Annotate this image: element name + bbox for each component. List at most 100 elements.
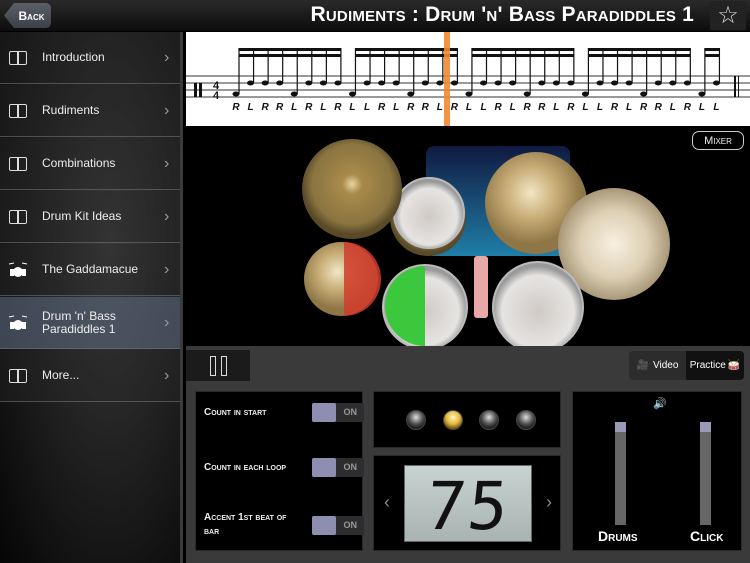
- chevron-right-icon: ›: [164, 154, 170, 172]
- playback-bar: 🎥 Video Practice 🥁: [186, 346, 750, 381]
- beam: [471, 54, 574, 57]
- sticking-label: L: [553, 102, 559, 113]
- sticking-label: L: [699, 102, 705, 113]
- back-button[interactable]: Back: [4, 3, 51, 28]
- book-icon: [6, 208, 30, 226]
- floor-tom[interactable]: [492, 261, 584, 353]
- sidebar: Introduction › Rudiments › Combinations › Drum…: [0, 32, 183, 563]
- sidebar-item[interactable]: More... ›: [0, 350, 180, 402]
- video-camera-icon: 🎥: [636, 360, 650, 371]
- percussion-clef: [194, 83, 197, 97]
- volume-mixer-box: 🔊 Drums Click: [572, 391, 742, 551]
- slider-handle[interactable]: [615, 422, 626, 432]
- beam: [471, 48, 574, 51]
- book-icon: [6, 367, 30, 385]
- sidebar-scrollbar[interactable]: [180, 32, 183, 563]
- bass-pedal[interactable]: [474, 256, 488, 318]
- chevron-right-icon: ›: [164, 101, 170, 119]
- accent-first-beat-toggle[interactable]: ON: [312, 515, 364, 535]
- sticking-label: L: [510, 102, 516, 113]
- beam: [239, 54, 341, 57]
- sidebar-item-label: More...: [42, 368, 80, 382]
- sidebar-item-label: Combinations: [42, 156, 116, 170]
- star-icon: ☆: [717, 2, 739, 29]
- drums-label: Drums: [598, 528, 638, 544]
- beam: [355, 54, 458, 57]
- sticking-label: R: [407, 102, 415, 113]
- sticking-label: R: [494, 102, 502, 113]
- sidebar-item[interactable]: Drum 'n' Bass Paradiddles 1 ›: [0, 297, 180, 349]
- sidebar-item[interactable]: The Gaddamacue ›: [0, 244, 180, 296]
- option-accent-first-beat: Accent 1st beat of bar ON: [204, 511, 364, 539]
- beat-led: [516, 410, 536, 430]
- sticking-label: L: [597, 102, 603, 113]
- crash-cymbal[interactable]: [302, 139, 402, 239]
- end-barline: [734, 76, 736, 97]
- sidebar-item[interactable]: Introduction ›: [0, 32, 180, 84]
- sticking-label: R: [232, 102, 240, 113]
- sticking-label: R: [262, 102, 270, 113]
- sticking-label: R: [538, 102, 546, 113]
- beat-led: [406, 410, 426, 430]
- drum-kit-icon: [6, 314, 30, 332]
- beam: [355, 48, 458, 51]
- sticking-label: L: [582, 102, 588, 113]
- beat-led-active: [443, 410, 463, 430]
- sticking-label: R: [640, 102, 648, 113]
- sidebar-item[interactable]: Drum Kit Ideas ›: [0, 191, 180, 243]
- sidebar-item-label: Rudiments: [42, 103, 100, 117]
- top-bar: Back Rudiments : Drum 'n' Bass Paradiddl…: [0, 0, 750, 32]
- speaker-icon: 🔊: [653, 398, 667, 410]
- drum-notation: 44RLRRLRLRLLRLRRLRLLRLRRLRLLRLRRLRLL: [186, 32, 750, 126]
- sticking-label: L: [248, 102, 254, 113]
- tempo-value: 75: [422, 468, 514, 545]
- sticking-label: L: [626, 102, 632, 113]
- sidebar-item-label: Introduction: [42, 50, 105, 64]
- practice-button[interactable]: Practice 🥁: [686, 351, 744, 380]
- chevron-right-icon: ›: [164, 260, 170, 278]
- book-icon: [6, 102, 30, 120]
- sticking-label: R: [378, 102, 386, 113]
- end-barline: [738, 76, 739, 97]
- toggle-state: ON: [343, 519, 358, 530]
- video-button[interactable]: 🎥 Video: [629, 351, 686, 380]
- notation-staff: 44R L R R L R L R L L R L R R L R L L R L R R L R L L R L R R L R L L: [186, 32, 750, 126]
- sticking-label: L: [466, 102, 472, 113]
- sidebar-item[interactable]: Rudiments ›: [0, 85, 180, 137]
- slider-handle[interactable]: [700, 422, 711, 432]
- sticking-label: L: [320, 102, 326, 113]
- playhead: [444, 32, 450, 126]
- toggle-state: ON: [343, 407, 358, 417]
- sidebar-item-label: Drum Kit Ideas: [42, 209, 122, 223]
- sticking-label: L: [437, 102, 443, 113]
- time-signature-bottom: 4: [213, 90, 220, 102]
- click-volume-slider[interactable]: [700, 422, 711, 525]
- sticking-label: R: [524, 102, 532, 113]
- tempo-increase-button[interactable]: ›: [546, 492, 552, 513]
- book-icon: [6, 49, 30, 67]
- sidebar-item[interactable]: Combinations ›: [0, 138, 180, 190]
- tempo-box: ‹ 75 ›: [373, 455, 561, 551]
- sticking-label: R: [451, 102, 459, 113]
- pause-icon-bar: [220, 355, 227, 376]
- toggle-state: ON: [343, 462, 358, 472]
- beam: [239, 48, 341, 51]
- sticking-label: R: [422, 102, 430, 113]
- pause-button[interactable]: [186, 350, 250, 381]
- click-label: Click: [690, 528, 724, 544]
- drum-kit-stage: Mixer: [186, 126, 750, 353]
- tom-1[interactable]: [393, 177, 465, 249]
- beam: [704, 48, 720, 51]
- mixer-button[interactable]: Mixer: [692, 131, 744, 150]
- chevron-right-icon: ›: [164, 207, 170, 225]
- sticking-label: L: [364, 102, 370, 113]
- tempo-decrease-button[interactable]: ‹: [384, 492, 390, 513]
- drum-icon: 🥁: [727, 360, 741, 371]
- favorite-button[interactable]: ☆: [710, 1, 746, 30]
- option-label: Accent 1st beat of bar: [204, 512, 287, 537]
- drums-volume-slider[interactable]: [615, 422, 626, 525]
- count-in-start-toggle[interactable]: ON: [312, 403, 364, 422]
- count-in-each-loop-toggle[interactable]: ON: [312, 458, 364, 477]
- video-label: Video: [653, 360, 679, 371]
- options-box: Count in start ON Count in each loop ON …: [195, 391, 364, 551]
